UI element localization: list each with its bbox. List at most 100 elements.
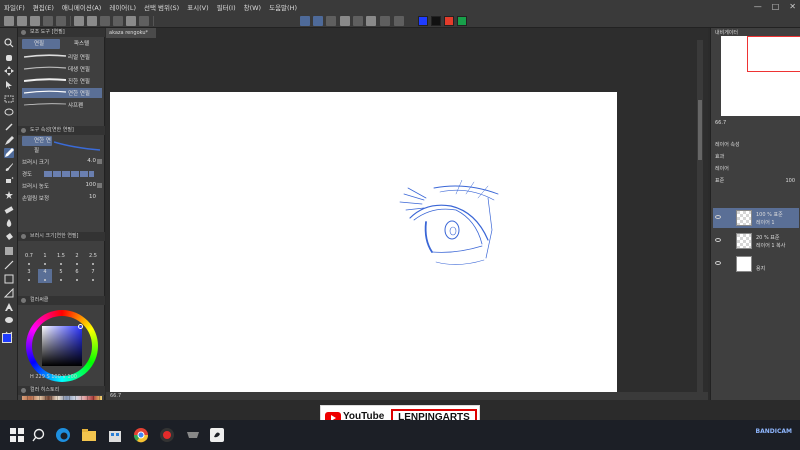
eye-icon[interactable]: [715, 238, 721, 242]
size-option[interactable]: 2.5: [86, 253, 100, 267]
size-option-selected[interactable]: 4: [38, 269, 52, 283]
frame-icon[interactable]: [4, 274, 14, 284]
redo-icon[interactable]: [87, 16, 97, 26]
menu-view[interactable]: 표시(V): [183, 2, 212, 12]
brush-item[interactable]: 데생 연필: [22, 64, 102, 74]
export-icon[interactable]: [43, 16, 53, 26]
open-file-icon[interactable]: [17, 16, 27, 26]
clip-studio-icon[interactable]: [208, 426, 226, 444]
blend-mode-select[interactable]: 표준: [715, 178, 724, 184]
menu-filter[interactable]: 필터(I): [213, 2, 240, 12]
windows-start-icon[interactable]: [8, 426, 26, 444]
size-option[interactable]: 1: [38, 253, 52, 267]
brush-item[interactable]: 진한 연필: [22, 76, 102, 86]
layer-row-paper[interactable]: 용지: [713, 254, 799, 274]
file-explorer-icon[interactable]: [80, 426, 98, 444]
new-file-icon[interactable]: [4, 16, 14, 26]
eraser-icon[interactable]: [4, 204, 14, 214]
selection-tool-icon[interactable]: [4, 94, 14, 104]
save-icon[interactable]: [30, 16, 40, 26]
fill-icon[interactable]: [113, 16, 123, 26]
text-icon[interactable]: [4, 302, 14, 312]
hand-icon[interactable]: [4, 52, 14, 62]
tab-pastel[interactable]: 파스텔: [62, 39, 100, 49]
layer-opacity[interactable]: 100: [785, 176, 795, 186]
color-swatch-green[interactable]: [457, 16, 467, 26]
color-swatch-red[interactable]: [444, 16, 454, 26]
menu-window[interactable]: 창(W): [240, 2, 265, 12]
menu-file[interactable]: 파일(F): [0, 2, 29, 12]
record-icon[interactable]: [158, 426, 176, 444]
move-icon[interactable]: [4, 66, 14, 76]
size-option[interactable]: 7: [86, 269, 100, 283]
lasso-icon[interactable]: [4, 108, 14, 118]
pressure-icon[interactable]: [97, 183, 102, 188]
view-icon[interactable]: [380, 16, 390, 26]
menu-edit[interactable]: 편집(E): [29, 2, 58, 12]
eyedropper-icon[interactable]: [4, 122, 14, 132]
minimize-button[interactable]: —: [754, 2, 762, 11]
prop-stabilization[interactable]: 손떨림 보정 10: [22, 194, 102, 203]
color-swatch-blue[interactable]: [418, 16, 428, 26]
edge-browser-icon[interactable]: [54, 426, 72, 444]
chrome-icon[interactable]: [132, 426, 150, 444]
hardness-slider[interactable]: [44, 171, 94, 177]
blend-icon[interactable]: [4, 218, 14, 228]
zoom-readout[interactable]: 66.7: [110, 393, 121, 399]
transform-icon[interactable]: [126, 16, 136, 26]
prop-hardness[interactable]: 경도: [22, 170, 102, 179]
menu-layer[interactable]: 레이어(L): [105, 2, 140, 12]
snap-ruler-icon[interactable]: [300, 16, 310, 26]
color-wheel[interactable]: [26, 310, 98, 382]
prop-brush-size[interactable]: 브러시 크기 4.0: [22, 158, 102, 167]
undo-icon[interactable]: [74, 16, 84, 26]
decoration-icon[interactable]: [4, 190, 14, 200]
navigator-zoom[interactable]: 66.7: [715, 118, 799, 128]
airbrush-icon[interactable]: [4, 176, 14, 186]
canvas-area[interactable]: akaza rengoku*: [106, 28, 708, 394]
color-picker-handle[interactable]: [78, 324, 83, 329]
operation-icon[interactable]: [4, 80, 14, 90]
size-option[interactable]: 5: [54, 269, 68, 283]
layer-row[interactable]: 20 % 표준 레이어 1 복사: [713, 231, 799, 251]
rotate-icon[interactable]: [340, 16, 350, 26]
gradient-icon[interactable]: [4, 246, 14, 256]
size-option[interactable]: 2: [70, 253, 84, 267]
main-color[interactable]: [2, 333, 12, 343]
menu-animation[interactable]: 애니메이션(A): [58, 2, 105, 12]
fill-tool-icon[interactable]: [4, 232, 14, 242]
brush-item-selected[interactable]: 연한 연필: [22, 88, 102, 98]
menu-selection[interactable]: 선택 범위(S): [140, 2, 183, 12]
layer-row-selected[interactable]: 100 % 표준 레이어 1: [713, 208, 799, 228]
figure-icon[interactable]: [4, 260, 14, 270]
eye-icon[interactable]: [715, 215, 721, 219]
prop-brush-density[interactable]: 브러시 농도 100: [22, 182, 102, 191]
zoom-icon[interactable]: [4, 38, 14, 48]
refresh-icon[interactable]: [366, 16, 376, 26]
pressure-icon[interactable]: [97, 159, 102, 164]
document-tab[interactable]: akaza rengoku*: [106, 28, 156, 38]
menu-help[interactable]: 도움말(H): [265, 2, 301, 12]
snap-special-icon[interactable]: [326, 16, 336, 26]
selection-icon[interactable]: [394, 16, 404, 26]
navigator-preview[interactable]: [721, 36, 800, 116]
search-icon[interactable]: [30, 426, 48, 444]
size-option[interactable]: 6: [70, 269, 84, 283]
balloon-icon[interactable]: [4, 316, 14, 326]
close-button[interactable]: ✕: [789, 2, 796, 11]
maximize-button[interactable]: □: [772, 2, 780, 11]
crop-icon[interactable]: [139, 16, 149, 26]
drawing-canvas[interactable]: [110, 92, 617, 394]
size-option[interactable]: 3: [22, 269, 36, 283]
clear-icon[interactable]: [100, 16, 110, 26]
tab-pencil[interactable]: 연필: [22, 39, 60, 49]
snap-grid-icon[interactable]: [313, 16, 323, 26]
size-option[interactable]: 1.5: [54, 253, 68, 267]
color-swatch-black[interactable]: [431, 16, 441, 26]
size-option[interactable]: 0.7: [22, 253, 36, 267]
brush-icon[interactable]: [4, 162, 14, 172]
canvas-vertical-scrollbar[interactable]: [697, 40, 703, 392]
store-icon[interactable]: [106, 426, 124, 444]
flip-icon[interactable]: [353, 16, 363, 26]
saturation-value-square[interactable]: [42, 326, 82, 366]
